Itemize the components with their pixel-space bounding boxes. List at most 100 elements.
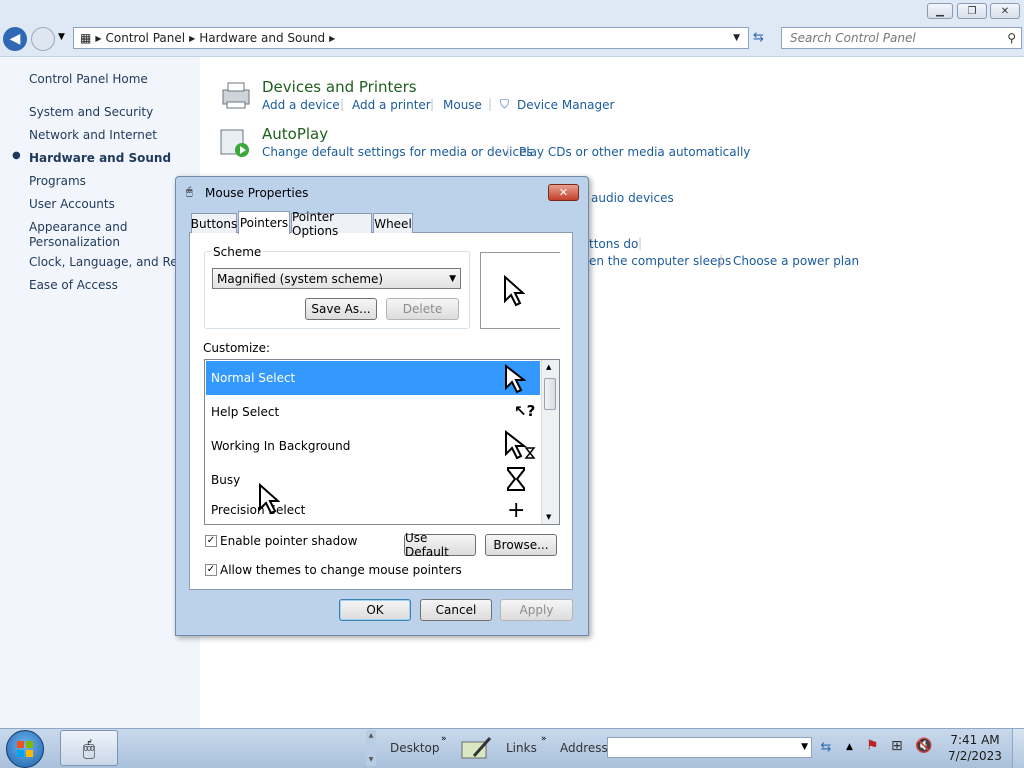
minimize-button[interactable]: ▁ <box>927 3 953 19</box>
volume-muted-icon[interactable]: 🔇 <box>915 738 932 754</box>
enable-shadow-label: Enable pointer shadow <box>220 534 358 548</box>
scheme-select[interactable]: Magnified (system scheme) ▼ <box>212 268 461 289</box>
mouse-icon: 🖱 <box>83 736 95 760</box>
address-dropdown-icon[interactable]: ▼ <box>733 33 740 43</box>
use-default-button[interactable]: Use Default <box>404 531 476 559</box>
breadcrumb-control-panel[interactable]: Control Panel <box>106 31 186 45</box>
clock[interactable]: 7:41 AM 7/2/2023 <box>946 733 1004 763</box>
cancel-button[interactable]: Cancel <box>420 599 492 621</box>
current-item-bullet-icon: ● <box>12 150 21 161</box>
mouse-pointer-icon <box>259 483 280 515</box>
scroll-up-icon[interactable]: ▲ <box>546 363 551 371</box>
window-title-bar: ▁ ❐ ✕ <box>0 0 1024 24</box>
refresh-icon[interactable]: ⇆ <box>753 30 764 45</box>
nav-system-and-security[interactable]: System and Security <box>29 105 153 120</box>
control-panel-home-link[interactable]: Control Panel Home <box>29 72 148 87</box>
desktop-chevron-icon[interactable]: » <box>441 734 447 744</box>
help-select-cursor-icon: ↖? <box>514 402 536 420</box>
browse-button[interactable]: Browse... <box>485 534 557 556</box>
maximize-button[interactable]: ❐ <box>957 3 987 19</box>
close-window-button[interactable]: ✕ <box>990 3 1020 19</box>
links-toolbar-label[interactable]: Links <box>506 741 537 755</box>
action-center-flag-icon[interactable]: ⚑ <box>866 738 879 754</box>
paint-icon[interactable] <box>460 734 492 762</box>
address-toolbar-label: Address <box>560 741 608 755</box>
list-item-help-select[interactable]: Help Select <box>206 395 540 429</box>
scroll-thumb[interactable] <box>544 378 556 410</box>
nav-user-accounts[interactable]: User Accounts <box>29 197 115 212</box>
add-a-printer-link[interactable]: Add a printer <box>352 98 431 112</box>
tab-wheel[interactable]: Wheel <box>373 213 413 233</box>
mouse-link[interactable]: Mouse <box>443 98 482 112</box>
clock-date: 7/2/2023 <box>948 749 1002 763</box>
tab-pointers[interactable]: Pointers <box>238 211 290 234</box>
list-item-busy[interactable]: Busy <box>206 463 540 497</box>
taskbar-mouse-properties-button[interactable]: 🖱 <box>60 730 118 766</box>
computer-sleeps-link[interactable]: en the computer sleeps <box>589 254 731 268</box>
device-manager-link[interactable]: Device Manager <box>517 98 614 112</box>
ok-button[interactable]: OK <box>339 599 411 621</box>
pointer-preview <box>480 252 560 329</box>
nav-ease-of-access[interactable]: Ease of Access <box>29 278 118 293</box>
allow-themes-checkbox[interactable]: ✓ <box>205 564 217 576</box>
forward-button[interactable] <box>31 27 55 51</box>
tab-pointer-options[interactable]: Pointer Options <box>291 210 372 238</box>
tab-buttons[interactable]: Buttons <box>191 213 237 233</box>
search-input[interactable]: Search Control Panel ⚲ <box>781 27 1022 49</box>
choose-power-plan-link[interactable]: Choose a power plan <box>733 254 859 268</box>
save-as-button[interactable]: Save As... <box>305 298 377 320</box>
list-item-precision-select[interactable]: Precision Select <box>206 497 540 523</box>
dropdown-arrow-icon: ▼ <box>449 273 456 284</box>
desktop-toolbar-label[interactable]: Desktop <box>390 741 440 755</box>
address-bar[interactable]: ▦ ▶ Control Panel ▶ Hardware and Sound ▶… <box>73 27 749 49</box>
control-panel-icon: ▦ <box>80 31 92 45</box>
nav-hardware-and-sound[interactable]: Hardware and Sound <box>29 151 171 166</box>
power-buttons-link[interactable]: ttons do <box>589 237 638 251</box>
breadcrumb-arrow-icon: ▶ <box>189 33 196 43</box>
address-dropdown-icon[interactable]: ▼ <box>801 742 808 752</box>
back-arrow-icon: ◀ <box>9 31 21 47</box>
manage-audio-devices-link[interactable]: audio devices <box>591 191 674 205</box>
hourglass-icon <box>507 467 525 491</box>
breadcrumb-hardware-and-sound[interactable]: Hardware and Sound <box>199 31 325 45</box>
devices-and-printers-title[interactable]: Devices and Printers <box>262 78 417 96</box>
nav-appearance-and-personalization[interactable]: Appearance and Personalization <box>29 220 129 250</box>
dialog-title: Mouse Properties <box>205 186 309 200</box>
go-icon[interactable]: ⇆ <box>816 737 836 758</box>
enable-shadow-checkbox[interactable]: ✓ <box>205 535 217 547</box>
nav-network-and-internet[interactable]: Network and Internet <box>29 128 157 143</box>
add-a-device-link[interactable]: Add a device <box>262 98 340 112</box>
toolbar-grip[interactable]: ▲ ▼ <box>366 730 376 766</box>
mouse-icon: 🖱 <box>186 185 193 198</box>
clock-time: 7:41 AM <box>950 733 1000 747</box>
show-desktop-button[interactable] <box>1012 729 1024 768</box>
windows-logo-icon <box>17 741 33 757</box>
delete-button[interactable]: Delete <box>386 298 459 320</box>
list-item-normal-select[interactable]: Normal Select <box>206 361 540 395</box>
show-hidden-icons-icon[interactable]: ▲ <box>846 742 853 752</box>
search-icon[interactable]: ⚲ <box>1007 31 1016 45</box>
normal-select-cursor-icon <box>505 364 526 394</box>
dialog-close-button[interactable]: ✕ <box>548 184 579 201</box>
recent-pages-chevron-icon[interactable]: ▼ <box>58 32 65 42</box>
change-autoplay-defaults-link[interactable]: Change default settings for media or dev… <box>262 145 533 159</box>
address-row: ◀ ▼ ▦ ▶ Control Panel ▶ Hardware and Sou… <box>0 24 1024 57</box>
taskbar-address-input[interactable]: ▼ <box>607 737 812 758</box>
start-button[interactable] <box>6 730 44 768</box>
nav-clock-language-region[interactable]: Clock, Language, and Regio <box>29 255 175 270</box>
list-item-working-in-background[interactable]: Working In Background <box>206 429 540 463</box>
scheme-label: Scheme <box>211 245 264 259</box>
autoplay-icon <box>219 128 251 158</box>
network-icon[interactable]: ⊞ <box>891 738 903 754</box>
play-cds-automatically-link[interactable]: Play CDs or other media automatically <box>519 145 750 159</box>
shield-icon: ⛉ <box>500 97 510 111</box>
list-scrollbar[interactable]: ▲ ▼ <box>541 360 559 524</box>
apply-button[interactable]: Apply <box>500 599 573 621</box>
allow-themes-label: Allow themes to change mouse pointers <box>220 563 462 577</box>
autoplay-title[interactable]: AutoPlay <box>262 125 328 143</box>
back-button[interactable]: ◀ <box>3 27 27 51</box>
nav-programs[interactable]: Programs <box>29 174 86 189</box>
breadcrumb-arrow-icon: ▶ <box>95 33 102 43</box>
links-chevron-icon[interactable]: » <box>541 734 547 744</box>
scroll-down-icon[interactable]: ▼ <box>546 513 551 521</box>
